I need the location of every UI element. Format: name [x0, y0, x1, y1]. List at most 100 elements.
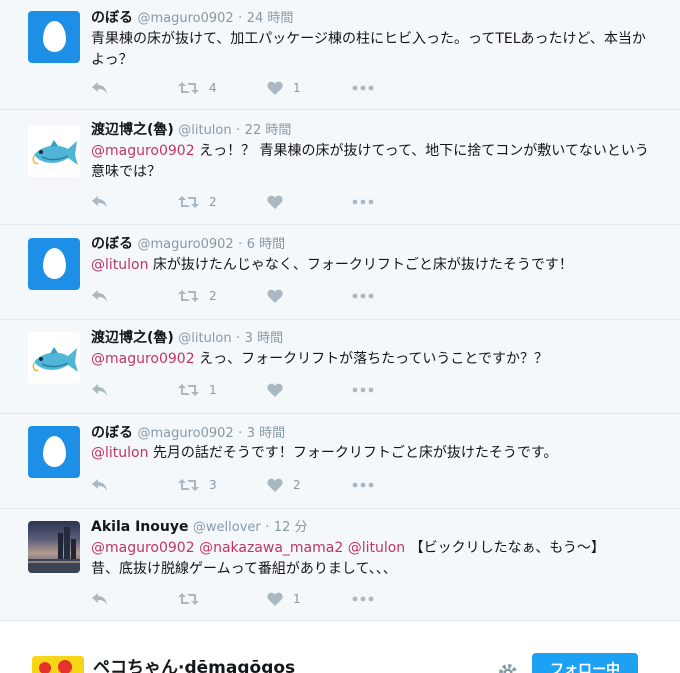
tweet-body: 先月の話だそうです！フォークリフトごと床が抜けたそうです。 [148, 445, 558, 461]
reply-icon [92, 196, 107, 208]
heart-icon [267, 195, 283, 209]
user-handle[interactable]: @maguro0902 [137, 237, 233, 252]
more-icon [352, 199, 374, 205]
more-button[interactable] [352, 286, 374, 306]
tweet-text: @maguro0902 えっ！？ 青果棟の床が抜けてって、地下に捨てコンが敷いて… [91, 141, 656, 183]
more-button[interactable] [352, 475, 374, 495]
more-icon [352, 387, 374, 393]
tweet-timestamp[interactable]: 24 時間 [247, 11, 294, 26]
more-icon [352, 293, 374, 299]
fish-icon[interactable] [28, 125, 80, 177]
like-button[interactable]: 2 [267, 475, 301, 495]
display-name[interactable]: のぼる [91, 236, 133, 252]
retweet-icon [178, 82, 199, 94]
display-name[interactable]: 渡辺博之(魯) [91, 122, 174, 138]
display-name[interactable]: のぼる [91, 10, 133, 26]
fish-icon[interactable] [28, 332, 80, 384]
tweet[interactable]: のぼる @maguro0902 · 3 時間 @litulon 先月の話だそうで… [0, 414, 680, 509]
tweet-timestamp[interactable]: 22 時間 [245, 123, 292, 138]
user-handle[interactable]: @maguro0902 [137, 11, 233, 26]
display-name[interactable]: Akila Inouye [91, 519, 188, 535]
retweet-button[interactable]: 3 [178, 475, 217, 495]
tweet-actions: 3 2 [91, 475, 411, 495]
retweet-button[interactable]: 2 [178, 286, 217, 306]
default-egg-icon[interactable] [28, 238, 80, 290]
retweet-count: 2 [209, 289, 217, 303]
default-egg-icon[interactable] [28, 11, 80, 63]
tweet[interactable]: のぼる @maguro0902 · 6 時間 @litulon 床が抜けたんじゃ… [0, 225, 680, 320]
mention-link[interactable]: @maguro0902 @nakazawa_mama2 @litulon [91, 540, 405, 556]
tweet-body: 青果棟の床が抜けて、加工パッケージ棟の柱にヒビ入った。ってTELあったけど、本当… [91, 31, 646, 68]
more-button[interactable] [352, 589, 374, 609]
account-name[interactable]: ペコちゃん·dēmagōgos [93, 657, 295, 673]
retweet-icon [178, 196, 199, 208]
tweet-timestamp[interactable]: 12 分 [274, 520, 308, 535]
gear-icon[interactable] [498, 663, 518, 673]
like-count: 2 [293, 478, 301, 492]
retweet-button[interactable] [178, 589, 209, 609]
mention-link[interactable]: @maguro0902 [91, 143, 195, 159]
tweet-actions: 4 1 [91, 78, 411, 98]
default-egg-icon[interactable] [28, 426, 80, 478]
more-icon [352, 85, 374, 91]
like-button[interactable] [267, 380, 293, 400]
tweet-timestamp[interactable]: 3 時間 [245, 331, 283, 346]
tweet-body: 床が抜けたんじゃなく、フォークリフトごと床が抜けたそうです！ [148, 257, 573, 273]
separator-dot: · [236, 331, 241, 346]
tweet-text: @litulon 床が抜けたんじゃなく、フォークリフトごと床が抜けたそうです！ [91, 255, 656, 276]
city-photo-avatar[interactable] [28, 521, 80, 573]
tweet-header: 渡辺博之(魯) @litulon · 22 時間 [91, 121, 291, 140]
like-button[interactable]: 1 [267, 589, 301, 609]
user-handle[interactable]: @litulon [178, 331, 231, 346]
heart-icon [267, 81, 283, 95]
more-button[interactable] [352, 380, 374, 400]
user-handle[interactable]: @litulon [178, 123, 231, 138]
separator-dot: · [236, 123, 241, 138]
tweet[interactable]: 渡辺博之(魯) @litulon · 3 時間 @maguro0902 えっ、フ… [0, 320, 680, 414]
retweet-button[interactable]: 4 [178, 78, 217, 98]
mention-link[interactable]: @litulon [91, 257, 148, 273]
like-button[interactable]: 1 [267, 78, 301, 98]
reply-button[interactable] [91, 192, 108, 212]
like-count: 1 [293, 592, 301, 606]
user-handle[interactable]: @wellover [193, 520, 261, 535]
tweet-header: のぼる @maguro0902 · 3 時間 [91, 424, 285, 443]
user-handle[interactable]: @maguro0902 [137, 426, 233, 441]
reply-button[interactable] [91, 380, 108, 400]
following-button[interactable]: フォロー中 [532, 653, 638, 673]
retweet-button[interactable]: 2 [178, 192, 217, 212]
like-button[interactable] [267, 192, 293, 212]
reply-icon [92, 384, 107, 396]
reply-button[interactable] [91, 286, 108, 306]
heart-icon [267, 478, 283, 492]
more-button[interactable] [352, 78, 374, 98]
tweet-text: @maguro0902 えっ、フォークリフトが落ちたっていうことですか？？ [91, 349, 656, 370]
display-name[interactable]: 渡辺博之(魯) [91, 330, 174, 346]
reply-button[interactable] [91, 78, 108, 98]
tweet-header: Akila Inouye @wellover · 12 分 [91, 518, 307, 537]
tweet-timestamp[interactable]: 6 時間 [247, 237, 285, 252]
tweet[interactable]: 渡辺博之(魯) @litulon · 22 時間 @maguro0902 えっ！… [0, 110, 680, 225]
tweet-timestamp[interactable]: 3 時間 [247, 426, 285, 441]
tweet-actions: 1 [91, 589, 411, 609]
account-avatar[interactable] [32, 656, 84, 673]
display-name[interactable]: のぼる [91, 425, 133, 441]
tweet-actions: 2 [91, 286, 411, 306]
tweet[interactable]: Akila Inouye @wellover · 12 分 @maguro090… [0, 509, 680, 620]
reply-icon [92, 290, 107, 302]
mention-link[interactable]: @maguro0902 [91, 351, 195, 367]
conversation-thread: のぼる @maguro0902 · 24 時間 青果棟の床が抜けて、加工パッケー… [0, 0, 680, 620]
tweet-header: のぼる @maguro0902 · 24 時間 [91, 9, 293, 28]
retweet-count: 3 [209, 478, 217, 492]
reply-button[interactable] [91, 475, 108, 495]
retweet-count: 2 [209, 195, 217, 209]
tweet[interactable]: のぼる @maguro0902 · 24 時間 青果棟の床が抜けて、加工パッケー… [0, 0, 680, 110]
tweet-text: 青果棟の床が抜けて、加工パッケージ棟の柱にヒビ入った。ってTELあったけど、本当… [91, 29, 656, 71]
more-icon [352, 596, 374, 602]
separator-dot: · [265, 520, 270, 535]
more-button[interactable] [352, 192, 374, 212]
mention-link[interactable]: @litulon [91, 445, 148, 461]
retweet-button[interactable]: 1 [178, 380, 217, 400]
reply-button[interactable] [91, 589, 108, 609]
like-button[interactable] [267, 286, 293, 306]
